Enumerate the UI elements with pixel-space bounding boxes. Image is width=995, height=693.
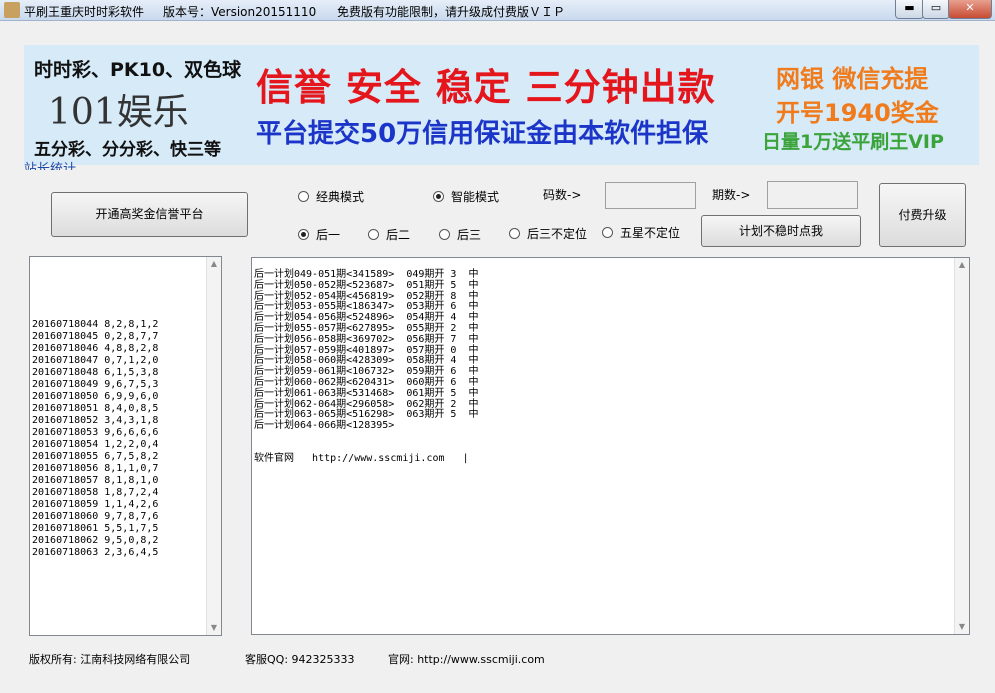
upgrade-notice: 免费版有功能限制，请升级成付费版ＶＩＰ: [337, 5, 566, 19]
position-label: 后二: [386, 228, 411, 242]
banner-guarantee: 平台提交50万信用保证金由本软件担保: [256, 119, 709, 149]
position-h3-unfixed-radio[interactable]: 后三不定位: [509, 225, 587, 242]
radio-indicator: [433, 191, 444, 202]
scroll-up-arrow-icon[interactable]: ▲: [207, 257, 221, 271]
code-count-input[interactable]: [605, 182, 696, 209]
position-label: 后三: [457, 228, 482, 242]
position-h1-radio[interactable]: 后一: [298, 226, 340, 243]
footer-qq: 客服QQ: 942325333: [245, 653, 355, 666]
position-h3-radio[interactable]: 后三: [439, 226, 481, 243]
official-site-line: 软件官网 http://www.sscmiji.com |: [254, 452, 469, 464]
close-button[interactable]: ✕: [948, 0, 992, 19]
site-stats-link[interactable]: 站长统计: [24, 160, 76, 170]
banner-bonus: 开号1940奖金: [776, 99, 939, 127]
radio-indicator: [298, 191, 309, 202]
mode-classic-radio[interactable]: 经典模式: [298, 188, 364, 205]
radio-indicator: [509, 228, 520, 239]
banner-games-line2: 五分彩、分分彩、快三等: [34, 140, 221, 160]
mode-classic-label: 经典模式: [316, 190, 365, 204]
banner-payment: 网银 微信充提: [776, 65, 929, 93]
open-platform-button[interactable]: 开通高奖金信誉平台: [51, 192, 248, 237]
banner-brand: 101娱乐: [48, 92, 189, 133]
scroll-up-arrow-icon[interactable]: ▲: [955, 258, 969, 272]
position-h2-radio[interactable]: 后二: [368, 226, 410, 243]
history-list[interactable]: 20160718044 8,2,8,1,2 20160718045 0,2,8,…: [29, 256, 222, 636]
radio-indicator: [602, 227, 613, 238]
code-count-label: 码数->: [543, 188, 582, 202]
radio-indicator: [439, 229, 450, 240]
ad-banner[interactable]: 时时彩、PK10、双色球 101娱乐 五分彩、分分彩、快三等 信誉 安全 稳定 …: [24, 45, 979, 165]
title-bar: 平刷王重庆时时彩软件 版本号：Version20151110 免费版有功能限制，…: [0, 0, 995, 21]
footer-copyright: 版权所有: 江南科技网络有限公司: [29, 653, 191, 666]
app-title: 平刷王重庆时时彩软件: [24, 5, 145, 19]
upgrade-button[interactable]: 付费升级: [879, 183, 966, 247]
position-label: 后三不定位: [527, 227, 588, 241]
scroll-down-arrow-icon[interactable]: ▼: [207, 621, 221, 635]
plan-lines: 后一计划049-051期<341589> 049期开 3 中 后一计划050-0…: [254, 269, 479, 432]
position-5star-unfixed-radio[interactable]: 五星不定位: [602, 224, 680, 241]
scroll-down-arrow-icon[interactable]: ▼: [955, 620, 969, 634]
footer-site: 官网: http://www.sscmiji.com: [388, 653, 545, 666]
history-list-items: 20160718044 8,2,8,1,2 20160718045 0,2,8,…: [32, 319, 159, 558]
plan-output-text: 后一计划049-051期<341589> 049期开 3 中 后一计划050-0…: [254, 269, 479, 464]
version-label: 版本号：Version20151110: [163, 5, 317, 19]
radio-indicator: [368, 229, 379, 240]
position-label: 后一: [316, 228, 341, 242]
mode-smart-radio[interactable]: 智能模式: [433, 188, 499, 205]
position-label: 五星不定位: [620, 226, 681, 240]
plan-output-textbox[interactable]: 后一计划049-051期<341589> 049期开 3 中 后一计划050-0…: [251, 257, 970, 635]
plan-unstable-button[interactable]: 计划不稳时点我: [701, 215, 861, 247]
banner-vip-offer: 日量1万送平刷王VIP: [762, 131, 944, 153]
mode-smart-label: 智能模式: [451, 190, 500, 204]
minimize-button[interactable]: ▬: [895, 0, 924, 19]
banner-slogan: 信誉 安全 稳定 三分钟出款: [256, 66, 716, 109]
radio-indicator: [298, 229, 309, 240]
history-scrollbar[interactable]: ▲ ▼: [206, 257, 221, 635]
banner-games-line: 时时彩、PK10、双色球: [34, 59, 242, 81]
plan-scrollbar[interactable]: ▲ ▼: [954, 258, 969, 634]
maximize-button[interactable]: ▭: [922, 0, 950, 19]
app-icon: [4, 2, 20, 18]
period-count-label: 期数->: [712, 188, 751, 202]
period-count-input[interactable]: [767, 181, 858, 209]
